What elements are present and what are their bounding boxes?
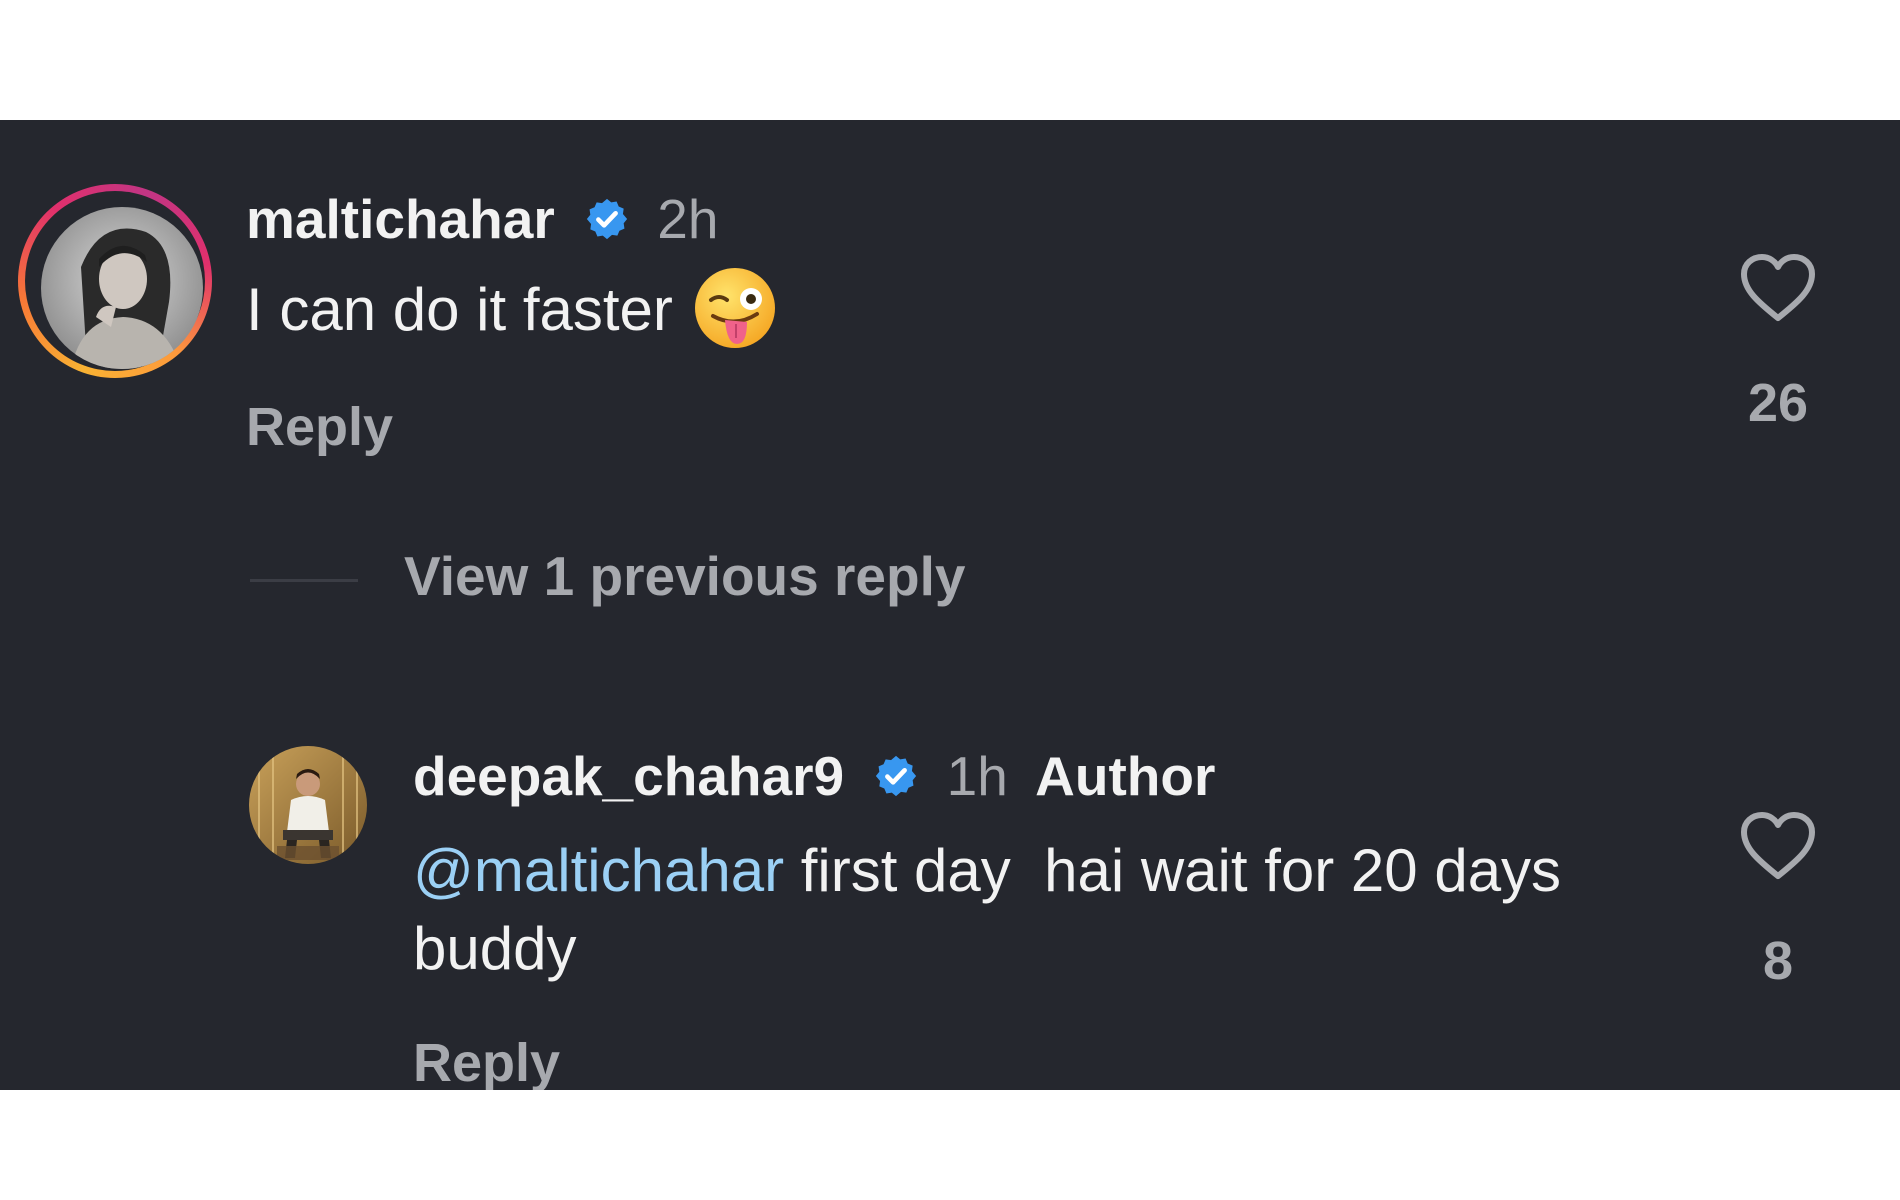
author-tag: Author xyxy=(1035,745,1216,807)
like-count: 26 xyxy=(1747,373,1809,433)
reply-button[interactable]: Reply xyxy=(246,396,393,458)
reply-username[interactable]: deepak_chahar9 xyxy=(413,745,844,807)
reply-time: 1h xyxy=(946,745,1008,807)
comment-header: maltichahar 2h xyxy=(246,186,718,256)
avatar[interactable] xyxy=(41,207,203,369)
like-heart-icon[interactable] xyxy=(1738,810,1818,882)
thread-divider xyxy=(250,579,358,582)
view-previous-replies-button[interactable]: View 1 previous reply xyxy=(404,544,965,608)
winking-face-with-tongue-icon xyxy=(693,266,777,350)
reply-header: deepak_chahar9 1h Author xyxy=(413,743,1215,813)
comment-time: 2h xyxy=(657,188,719,250)
avatar[interactable] xyxy=(249,746,367,864)
reply-button[interactable]: Reply xyxy=(413,1032,560,1090)
story-ring[interactable] xyxy=(18,184,212,378)
verified-badge-icon xyxy=(584,190,630,256)
reply-body: @maltichahar first day hai wait for 20 d… xyxy=(413,832,1663,988)
comments-panel: maltichahar 2h I can do it faster Reply … xyxy=(0,120,1900,1090)
verified-badge-icon xyxy=(873,747,919,813)
like-count: 8 xyxy=(1762,931,1794,991)
comment-text: I can do it faster xyxy=(246,275,673,343)
comment-username[interactable]: maltichahar xyxy=(246,188,555,250)
like-heart-icon[interactable] xyxy=(1738,252,1818,324)
comment-body: I can do it faster xyxy=(246,268,777,356)
mention-link[interactable]: @maltichahar xyxy=(413,837,784,904)
page: maltichahar 2h I can do it faster Reply … xyxy=(0,0,1900,1200)
